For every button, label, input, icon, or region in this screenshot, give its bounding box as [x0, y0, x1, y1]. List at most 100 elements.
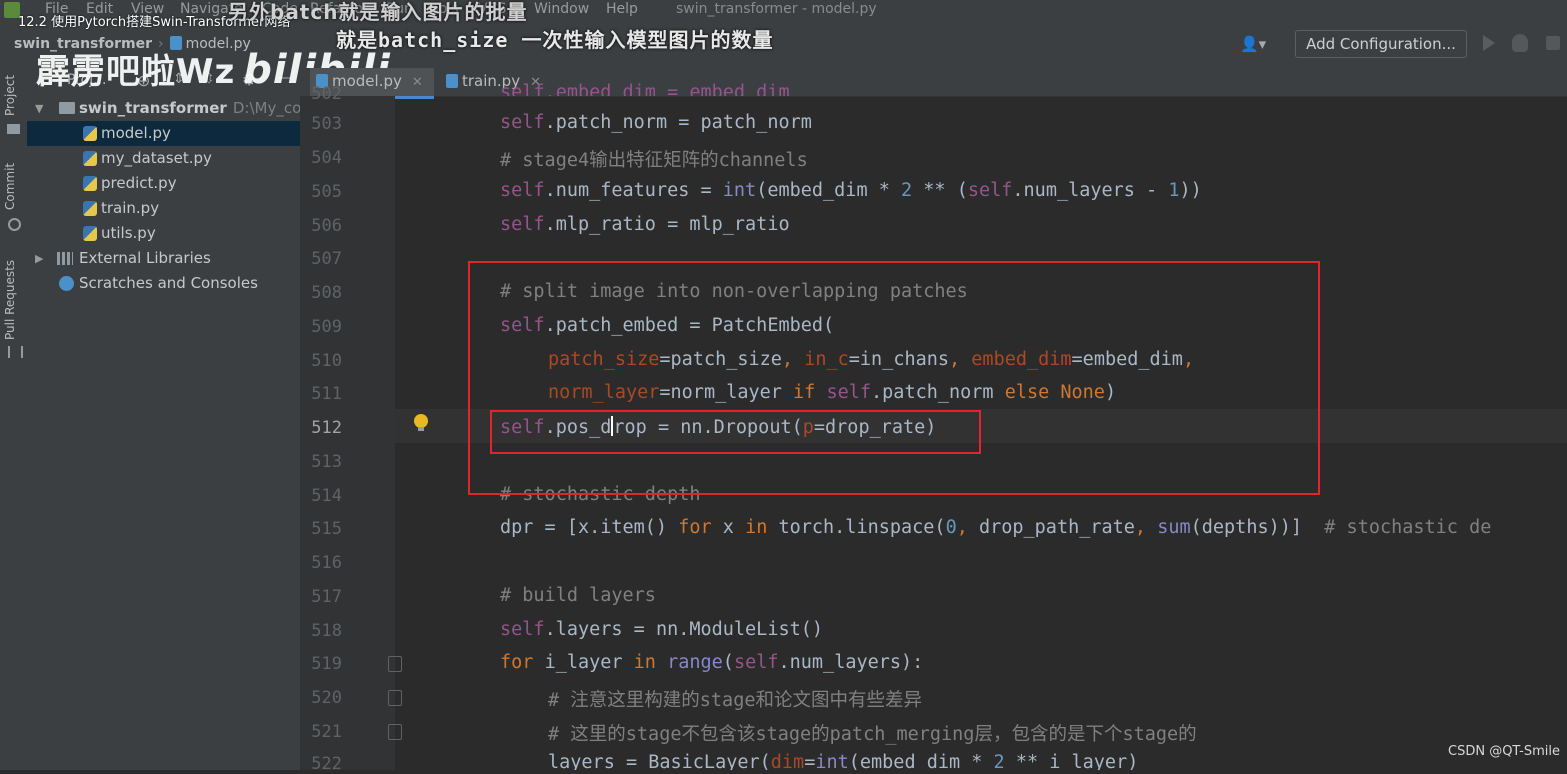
tree-root-folder[interactable]: ▼ swin_transformer D:\My_code [27, 96, 320, 121]
debug-icon[interactable] [1512, 34, 1528, 52]
code-line-521[interactable]: # 这里的stage不包含该stage的patch_merging层，包含的是下… [548, 720, 1197, 746]
annotation-box-outer [468, 261, 1320, 495]
code-token: (depths))] [1190, 517, 1325, 538]
code-line-503[interactable]: self.patch_norm = patch_norm [500, 112, 812, 133]
commit-icon [8, 218, 21, 231]
code-token: drop_path_rate [978, 517, 1135, 538]
tab-label: model.py [332, 72, 402, 90]
code-token: i_layer [544, 652, 634, 673]
close-icon[interactable]: ✕ [412, 75, 423, 90]
stop-icon[interactable] [1546, 36, 1560, 50]
python-file-icon [83, 151, 97, 166]
line-number: 506 [311, 216, 342, 236]
external-libraries-label: External Libraries [79, 249, 211, 267]
code-token: .layers = nn.ModuleList() [544, 619, 824, 640]
file-name: model.py [101, 124, 171, 142]
code-token: int [722, 180, 757, 201]
line-number: 511 [311, 384, 342, 404]
menu-help[interactable]: Help [606, 1, 638, 17]
code-line-518[interactable]: self.layers = nn.ModuleList() [500, 619, 823, 640]
chevron-down-icon[interactable]: ▼ [35, 96, 45, 121]
line-number: 522 [311, 754, 342, 774]
code-token: ( [722, 652, 734, 673]
tool-tab-project[interactable]: Project [3, 75, 17, 116]
chevron-right-icon[interactable]: ▶ [35, 246, 45, 271]
code-token: .mlp_ratio = mlp_ratio [544, 214, 790, 235]
scratches-label: Scratches and Consoles [79, 274, 258, 292]
code-line-502[interactable]: self.embed_dim = embed_dim [500, 82, 790, 96]
code-line-505[interactable]: self.num_features = int(embed_dim * 2 **… [500, 180, 1202, 201]
code-line-519[interactable]: for i_layer in range(self.num_layers): [500, 652, 923, 673]
code-token: .num_features = [544, 180, 723, 201]
code-token: self [500, 180, 545, 201]
python-file-icon [83, 226, 97, 241]
python-file-icon [83, 126, 97, 141]
line-number: 519 [311, 654, 342, 674]
lightbulb-icon[interactable] [414, 414, 428, 431]
tool-tab-pull-requests[interactable]: Pull Requests [3, 260, 17, 340]
code-token: ** ( [912, 180, 968, 201]
code-token: .num_layers - [1012, 180, 1169, 201]
code-token: ** i_layer) [1004, 752, 1139, 770]
code-token: = [804, 752, 816, 770]
python-file-icon [83, 176, 97, 191]
tree-external-libraries[interactable]: ▶ External Libraries [27, 246, 300, 271]
menu-window[interactable]: Window [534, 1, 589, 17]
python-file-icon [83, 201, 97, 216]
folder-icon [7, 124, 20, 134]
file-name: train.py [101, 199, 160, 217]
folder-icon [59, 102, 75, 114]
code-token: 0 [945, 517, 957, 538]
file-name: utils.py [101, 224, 156, 242]
line-number: 509 [311, 317, 342, 337]
code-token: 2 [901, 180, 913, 201]
code-token: torch.linspace( [778, 517, 946, 538]
tree-file-predict[interactable]: predict.py [27, 171, 300, 196]
csdn-credit: CSDN @QT-Smile [1448, 744, 1561, 759]
tree-file-utils[interactable]: utils.py [27, 221, 300, 246]
python-file-icon [446, 74, 458, 88]
line-number: 504 [311, 148, 342, 168]
annotation-box-inner [490, 410, 981, 454]
tree-file-my-dataset[interactable]: my_dataset.py [27, 146, 300, 171]
fold-toggle-icon[interactable] [388, 690, 402, 706]
line-number: 510 [311, 351, 342, 371]
user-account-icon[interactable]: 👤▾ [1240, 35, 1266, 53]
code-line-520[interactable]: # 注意这里构建的stage和论文图中有些差异 [548, 686, 922, 712]
add-configuration-button[interactable]: Add Configuration... [1295, 30, 1467, 58]
line-number: 518 [311, 621, 342, 641]
code-token: self [733, 652, 779, 673]
code-token: for [678, 517, 723, 538]
line-number: 517 [311, 587, 342, 607]
code-token: # stochastic de [1324, 517, 1492, 538]
code-line-517[interactable]: # build layers [500, 585, 656, 606]
fold-toggle-icon[interactable] [388, 656, 402, 672]
line-number: 508 [311, 283, 342, 303]
code-line-506[interactable]: self.mlp_ratio = mlp_ratio [500, 214, 790, 235]
tree-file-train[interactable]: train.py [27, 196, 300, 221]
code-text: self.embed_dim = embed_dim [500, 82, 790, 96]
code-line-504[interactable]: # stage4输出特征矩阵的channels [500, 146, 808, 172]
tree-file-model[interactable]: model.py [27, 121, 300, 146]
code-token: self [967, 180, 1013, 201]
code-line-522[interactable]: layers = BasicLayer(dim=int(embed_dim * … [548, 752, 1138, 770]
code-token: range [667, 652, 723, 673]
scratches-icon [59, 276, 74, 291]
code-token: self [500, 619, 545, 640]
watermark-text: 霹雳吧啦Wz [36, 52, 236, 92]
code-token: .patch_norm = patch_norm [544, 112, 812, 133]
line-number: 503 [311, 114, 342, 134]
tool-tab-commit[interactable]: Commit [3, 163, 17, 210]
fold-toggle-icon[interactable] [388, 724, 402, 740]
code-token: in [745, 517, 779, 538]
code-line-515[interactable]: dpr = [x.item() for x in torch.linspace(… [500, 517, 1491, 538]
tree-scratches[interactable]: Scratches and Consoles [27, 271, 300, 296]
line-number-current: 512 [311, 418, 342, 438]
code-token: x [722, 517, 746, 538]
window-title: swin_transformer - model.py [676, 1, 877, 17]
library-icon [57, 252, 73, 265]
tool-window-strip: Project Commit Pull Requests [0, 68, 28, 770]
pull-request-icon [8, 346, 23, 358]
run-icon[interactable] [1483, 35, 1495, 51]
line-number: 521 [311, 722, 342, 742]
